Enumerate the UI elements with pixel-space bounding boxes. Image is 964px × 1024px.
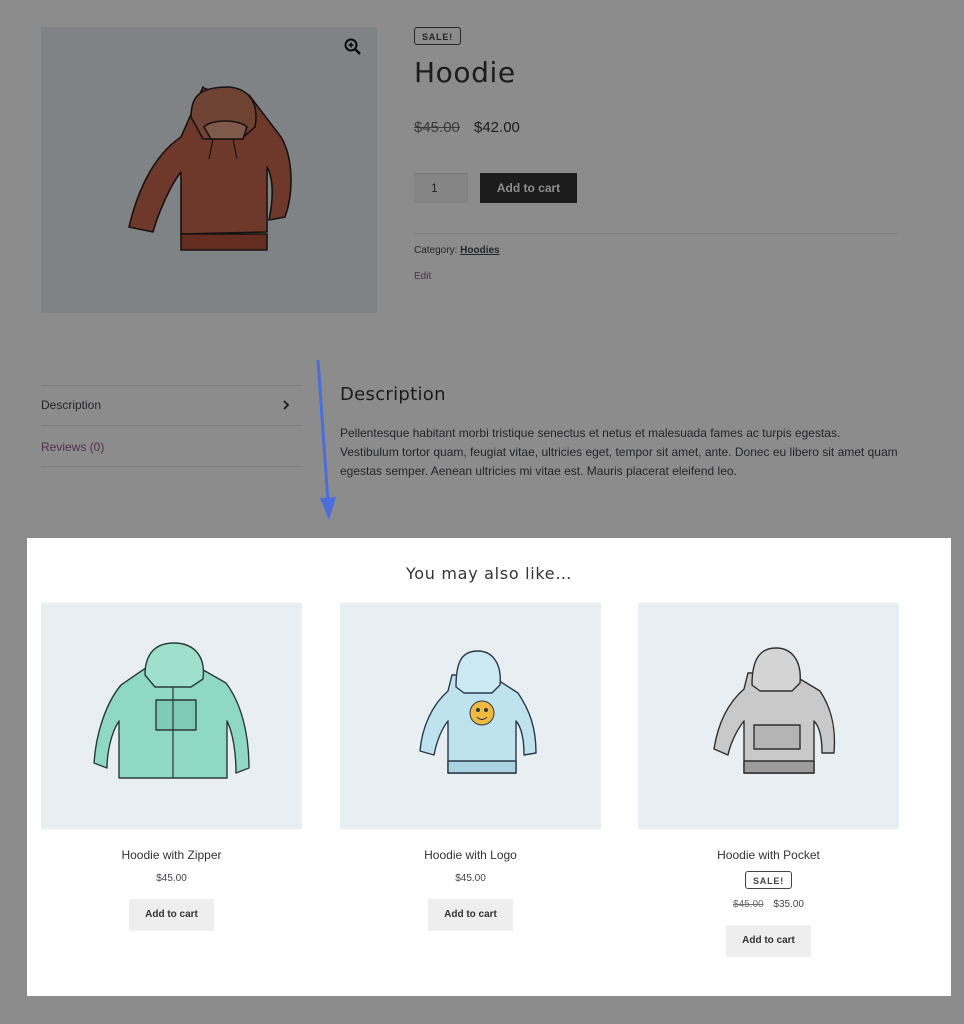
product-price: $45.00 $35.00: [638, 899, 899, 910]
product-image[interactable]: [340, 603, 601, 829]
sale-badge-wrap: SALE!: [638, 871, 899, 889]
product-card: Hoodie with Pocket SALE! $45.00 $35.00 A…: [638, 603, 899, 957]
add-to-cart-button[interactable]: Add to cart: [129, 899, 214, 931]
product-image[interactable]: [41, 603, 302, 829]
product-name[interactable]: Hoodie with Zipper: [41, 848, 302, 862]
sale-badge: SALE!: [745, 871, 792, 889]
product-card: Hoodie with Logo $45.00 Add to cart: [340, 603, 601, 931]
add-to-cart-button[interactable]: Add to cart: [428, 899, 513, 931]
related-products-section: You may also like… Hoodie with Zipper $4…: [27, 538, 951, 996]
hoodie-logo-image: [419, 650, 537, 774]
sale-price: $35.00: [773, 899, 804, 910]
hoodie-zipper-image: [93, 642, 250, 779]
product-price: $45.00: [156, 873, 187, 884]
annotation-arrow-icon: [316, 359, 336, 520]
product-price: $45.00: [455, 873, 486, 884]
original-price: $45.00: [733, 899, 764, 910]
product-name[interactable]: Hoodie with Logo: [340, 848, 601, 862]
add-to-cart-button[interactable]: Add to cart: [726, 925, 811, 957]
hoodie-pocket-image: [713, 647, 836, 774]
product-image[interactable]: [638, 603, 899, 829]
product-name[interactable]: Hoodie with Pocket: [638, 848, 899, 862]
product-card: Hoodie with Zipper $45.00 Add to cart: [41, 603, 302, 931]
related-title: You may also like…: [405, 564, 573, 583]
